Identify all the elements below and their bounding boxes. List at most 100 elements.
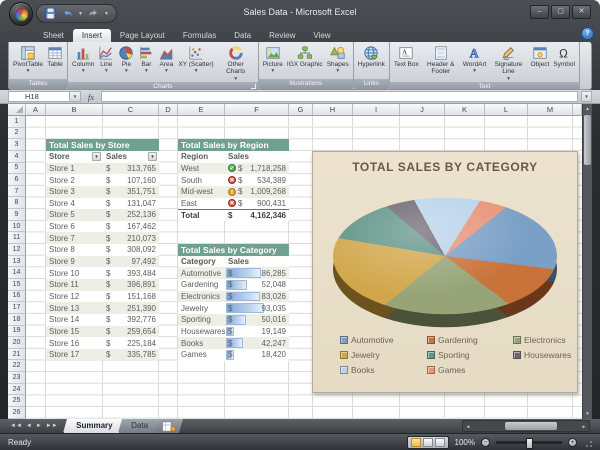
store-table-row[interactable]: Store 4 $131,047 [46, 197, 159, 210]
row-header-12[interactable]: 12 [8, 244, 26, 256]
region-name-cell[interactable]: West [178, 164, 225, 173]
store-name-cell[interactable]: Store 10 [46, 269, 103, 278]
category-name-cell[interactable]: Automotive [178, 269, 225, 278]
ribbon-tab-insert[interactable]: Insert [72, 29, 111, 42]
store-name-cell[interactable]: Store 13 [46, 304, 103, 313]
column-header-d[interactable]: D [159, 104, 178, 116]
store-sales-cell[interactable]: $97,492 [103, 256, 159, 268]
category-name-cell[interactable]: Jewelry [178, 304, 225, 313]
store-sales-cell[interactable]: $335,785 [103, 349, 159, 361]
category-sales-cell[interactable]: $52,048 [225, 279, 289, 291]
ribbon-button-bar[interactable]: Bar ▼ [136, 43, 156, 82]
row-header-17[interactable]: 17 [8, 302, 26, 314]
ribbon-button-other-charts[interactable]: Other Charts ▼ [216, 43, 256, 82]
vertical-scrollbar[interactable]: ▲ ▼ [582, 104, 592, 419]
store-table-row[interactable]: Store 10 $393,484 [46, 267, 159, 279]
filter-dropdown-button[interactable]: ▼ [92, 152, 101, 162]
store-name-cell[interactable]: Store 4 [46, 199, 103, 208]
row-header-11[interactable]: 11 [8, 232, 26, 245]
store-table-row[interactable]: Store 6 $167,462 [46, 220, 159, 233]
category-table-row[interactable]: Housewares $19,149 [178, 325, 289, 338]
ribbon-button-line[interactable]: Line ▼ [96, 43, 116, 82]
resize-grip[interactable] [583, 438, 592, 447]
row-header-1[interactable]: 1 [8, 116, 26, 128]
insert-worksheet-button[interactable] [155, 419, 184, 433]
region-table-row[interactable]: South ✕ $534,389 [178, 174, 289, 186]
row-header-21[interactable]: 21 [8, 348, 26, 361]
store-name-cell[interactable]: Store 12 [46, 292, 103, 301]
ribbon-button-column[interactable]: Column ▼ [70, 43, 96, 82]
name-box-dropdown[interactable]: ▼ [70, 91, 81, 102]
store-sales-cell[interactable]: $225,184 [103, 337, 159, 349]
scroll-up-arrow[interactable]: ▲ [583, 104, 592, 114]
row-header-16[interactable]: 16 [8, 290, 26, 303]
row-header-23[interactable]: 23 [8, 372, 26, 384]
previous-sheet-button[interactable]: ◄ [24, 419, 34, 433]
column-header-i[interactable]: I [353, 104, 400, 116]
store-name-cell[interactable]: Store 8 [46, 245, 103, 254]
row-header-24[interactable]: 24 [8, 383, 26, 396]
store-table-row[interactable]: Store 2 $107,160 [46, 174, 159, 186]
ribbon-button-text-box[interactable]: A Text Box [392, 43, 421, 82]
cell-grid[interactable]: Total Sales by Store Store ▼ Sales ▼ Store 1 $… [26, 116, 582, 419]
store-name-cell[interactable]: Store 1 [46, 164, 103, 173]
zoom-slider[interactable] [496, 438, 562, 449]
store-name-cell[interactable]: Store 7 [46, 234, 103, 243]
store-name-cell[interactable]: Store 15 [46, 327, 103, 336]
store-name-cell[interactable]: Store 5 [46, 210, 103, 219]
category-name-cell[interactable]: Housewares [178, 327, 225, 336]
store-table-row[interactable]: Store 17 $335,785 [46, 348, 159, 361]
store-table-row[interactable]: Store 7 $210,073 [46, 232, 159, 245]
row-header-9[interactable]: 9 [8, 209, 26, 221]
category-sales-cell[interactable]: $19,149 [225, 326, 289, 338]
category-sales-cell[interactable]: $86,285 [225, 267, 289, 279]
ribbon-button-igx-graphic[interactable]: IGX Graphic [285, 43, 325, 79]
store-name-cell[interactable]: Store 3 [46, 187, 103, 196]
store-name-cell[interactable]: Store 14 [46, 315, 103, 324]
store-table-row[interactable]: Store 5 $252,136 [46, 209, 159, 221]
ribbon-button-pivottable[interactable]: PivotTable ▼ [11, 43, 45, 79]
column-header-k[interactable]: K [445, 104, 485, 116]
row-header-4[interactable]: 4 [8, 150, 26, 163]
ribbon-tab-view[interactable]: View [304, 29, 339, 42]
region-table-row[interactable]: West ✓ $1,718,258 [178, 162, 289, 175]
column-header-b[interactable]: B [46, 104, 103, 116]
close-button[interactable]: ✕ [572, 5, 591, 19]
ribbon-button-signature-line[interactable]: Signature Line ▼ [488, 43, 528, 82]
horizontal-scroll-thumb[interactable] [505, 422, 557, 430]
minimize-button[interactable]: – [530, 5, 549, 19]
region-table-row[interactable]: Mid-west! $1,009,268 [178, 185, 289, 198]
total-label-cell[interactable]: Total [178, 211, 225, 220]
vertical-scroll-thumb[interactable] [584, 115, 591, 165]
category-sales-cell[interactable]: $93,035 [225, 302, 289, 314]
ribbon-button-xy-scatter[interactable]: XY (Scatter) ▼ [176, 43, 215, 82]
category-sales-cell[interactable]: $42,247 [225, 337, 289, 349]
category-table-row[interactable]: Jewelry $93,035 [178, 302, 289, 314]
column-header-m[interactable]: M [528, 104, 573, 116]
category-name-cell[interactable]: Sporting [178, 315, 225, 324]
region-name-cell[interactable]: East [178, 199, 225, 208]
name-box[interactable]: H18 [8, 91, 70, 102]
region-name-cell[interactable]: South [178, 176, 225, 185]
total-value-cell[interactable]: $4,162,346 [225, 210, 289, 221]
normal-view-button[interactable] [410, 438, 421, 447]
store-sales-cell[interactable]: $259,654 [103, 326, 159, 338]
ribbon-button-hyperlink[interactable]: Hyperlink [356, 43, 387, 79]
ribbon-button-area[interactable]: Area ▼ [156, 43, 176, 82]
store-name-cell[interactable]: Store 9 [46, 257, 103, 266]
category-table-row[interactable]: Electronics $83,026 [178, 290, 289, 303]
first-sheet-button[interactable]: ◄◄ [8, 419, 24, 433]
store-sales-cell[interactable]: $107,160 [103, 174, 159, 186]
row-header-26[interactable]: 26 [8, 407, 26, 419]
category-name-cell[interactable]: Gardening [178, 280, 225, 289]
store-sales-cell[interactable]: $392,776 [103, 314, 159, 326]
store-sales-cell[interactable]: $167,462 [103, 221, 159, 233]
region-total-row[interactable]: Total $4,162,346 [178, 209, 289, 221]
store-table-row[interactable]: Store 12 $151,168 [46, 290, 159, 303]
row-header-5[interactable]: 5 [8, 162, 26, 175]
ribbon-tab-review[interactable]: Review [260, 29, 304, 42]
scroll-right-arrow[interactable]: ► [579, 424, 589, 429]
select-all-corner[interactable] [8, 104, 26, 116]
store-name-cell[interactable]: Store 11 [46, 280, 103, 289]
region-sales-cell[interactable]: ✓ $1,718,258 [225, 163, 289, 175]
